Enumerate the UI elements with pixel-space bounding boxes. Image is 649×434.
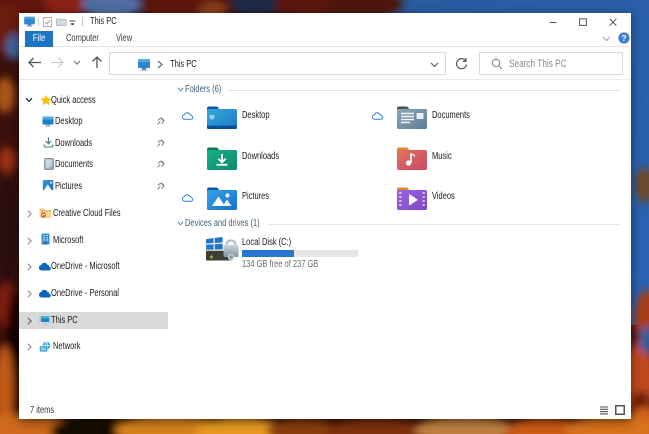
svg-text:?: ? — [621, 33, 626, 43]
